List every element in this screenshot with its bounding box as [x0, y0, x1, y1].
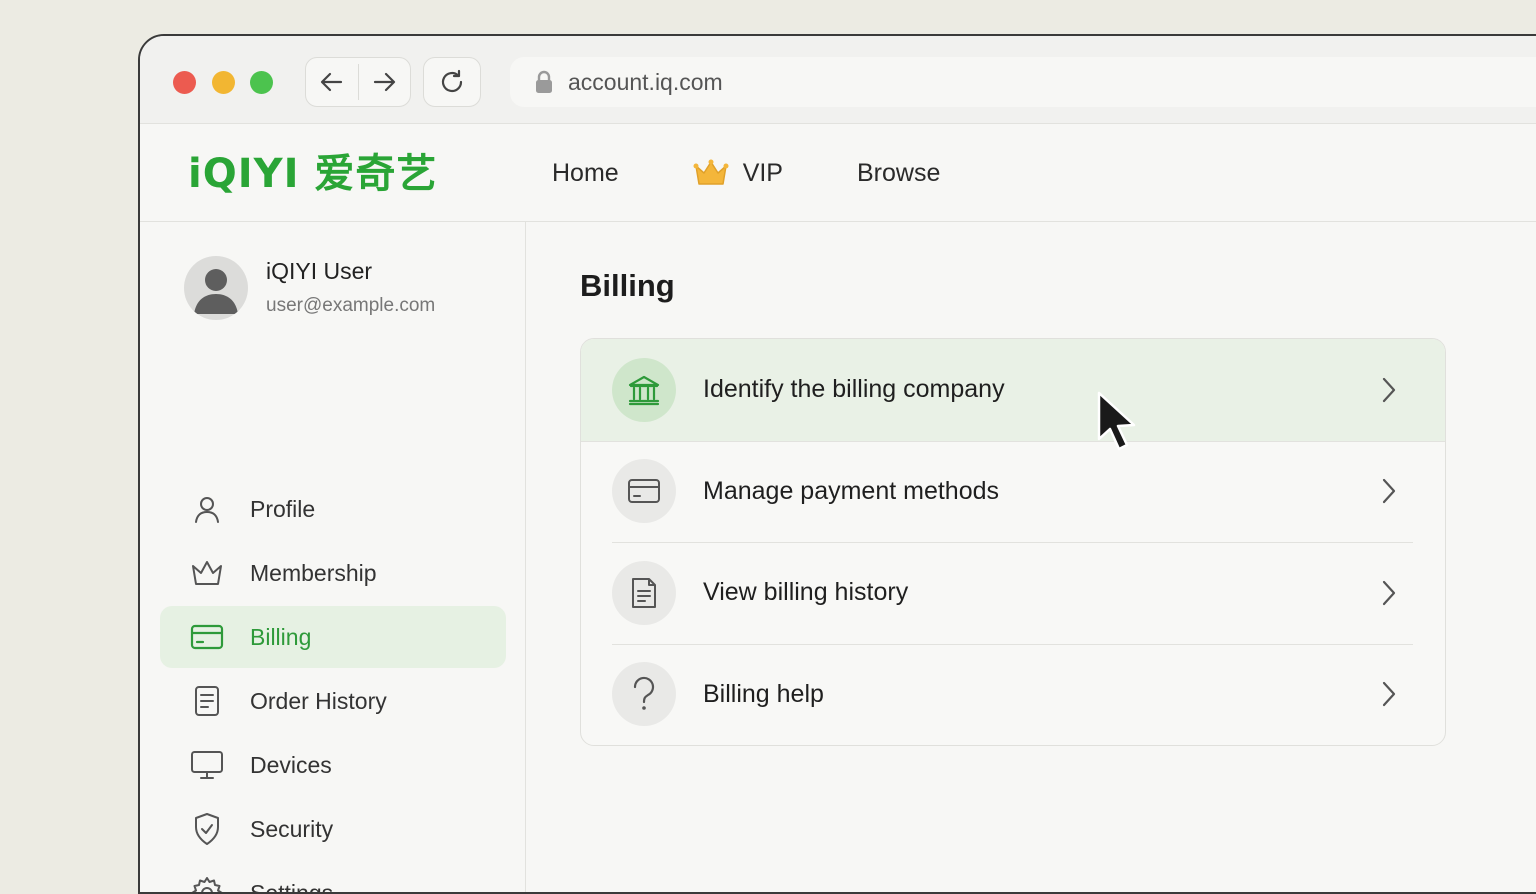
nav-browse[interactable]: Browse: [857, 159, 940, 188]
question-icon: [629, 676, 659, 712]
mouse-pointer-icon: [1096, 390, 1144, 456]
option-label: View billing history: [703, 578, 908, 607]
back-button[interactable]: [306, 58, 358, 106]
browser-toolbar: account.iq.com: [140, 36, 1536, 124]
chevron-right-icon: [1381, 377, 1397, 403]
top-nav: Home VIP Browse: [552, 124, 940, 222]
card-icon: [190, 623, 224, 651]
document-icon: [192, 685, 222, 717]
option-label: Billing help: [703, 680, 824, 709]
sidebar-item-billing[interactable]: Billing: [160, 606, 506, 668]
avatar: [184, 256, 248, 320]
sidebar-item-label: Security: [250, 816, 333, 843]
option-label: Identify the billing company: [703, 375, 1005, 404]
history-nav: [305, 57, 411, 107]
chevron-right-icon: [1381, 580, 1397, 606]
arrow-left-icon: [318, 68, 346, 96]
maximize-window-button[interactable]: [250, 71, 273, 94]
sidebar-item-label: Order History: [250, 688, 387, 715]
bank-icon: [627, 373, 661, 407]
user-email: user@example.com: [266, 295, 435, 317]
manage-payment-methods-option[interactable]: Manage payment methods: [581, 441, 1445, 543]
monitor-icon: [190, 749, 224, 781]
sidebar-menu: Profile Membership Billing Order History…: [160, 478, 506, 894]
close-window-button[interactable]: [173, 71, 196, 94]
billing-main: Billing Identify the billing company Man…: [527, 222, 1536, 892]
account-sidebar: iQIYI User user@example.com Profile Memb…: [140, 222, 526, 892]
sidebar-item-label: Devices: [250, 752, 332, 779]
arrow-right-icon: [370, 68, 398, 96]
billing-help-option[interactable]: Billing help: [581, 644, 1445, 746]
page-title: Billing: [580, 268, 675, 304]
person-icon: [191, 493, 223, 525]
crown-icon: [693, 159, 729, 187]
option-label: Manage payment methods: [703, 477, 999, 506]
user-card: iQIYI User user@example.com: [184, 256, 435, 320]
nav-vip[interactable]: VIP: [693, 159, 783, 188]
card-icon: [627, 477, 661, 505]
sidebar-item-profile[interactable]: Profile: [160, 478, 506, 540]
reload-icon: [438, 68, 466, 96]
sidebar-item-order-history[interactable]: Order History: [160, 670, 506, 732]
sidebar-item-settings[interactable]: Settings: [160, 862, 506, 894]
identify-billing-company-option[interactable]: Identify the billing company: [581, 339, 1445, 441]
reload-button[interactable]: [423, 57, 481, 107]
url-text: account.iq.com: [568, 69, 723, 96]
sidebar-item-label: Settings: [250, 880, 333, 894]
browser-window: account.iq.com iQIYI 爱奇艺 Home VIP Browse…: [138, 34, 1536, 894]
forward-button[interactable]: [359, 58, 411, 106]
sidebar-item-membership[interactable]: Membership: [160, 542, 506, 604]
sidebar-item-security[interactable]: Security: [160, 798, 506, 860]
site-header: iQIYI 爱奇艺 Home VIP Browse: [140, 124, 1536, 222]
crown-outline-icon: [190, 558, 224, 588]
view-billing-history-option[interactable]: View billing history: [581, 542, 1445, 644]
sidebar-item-label: Membership: [250, 560, 377, 587]
receipt-icon: [629, 576, 659, 610]
minimize-window-button[interactable]: [212, 71, 235, 94]
sidebar-item-devices[interactable]: Devices: [160, 734, 506, 796]
gear-icon: [190, 876, 224, 894]
billing-options-card: Identify the billing company Manage paym…: [580, 338, 1446, 746]
iqiyi-logo[interactable]: iQIYI 爱奇艺: [188, 152, 437, 196]
nav-home[interactable]: Home: [552, 159, 619, 188]
shield-icon: [192, 812, 222, 846]
sidebar-item-label: Billing: [250, 624, 311, 651]
user-avatar-icon: [184, 256, 248, 320]
chevron-right-icon: [1381, 478, 1397, 504]
lock-icon: [534, 70, 554, 94]
address-bar[interactable]: account.iq.com: [510, 57, 1536, 107]
sidebar-item-label: Profile: [250, 496, 315, 523]
chevron-right-icon: [1381, 681, 1397, 707]
user-name: iQIYI User: [266, 258, 435, 285]
